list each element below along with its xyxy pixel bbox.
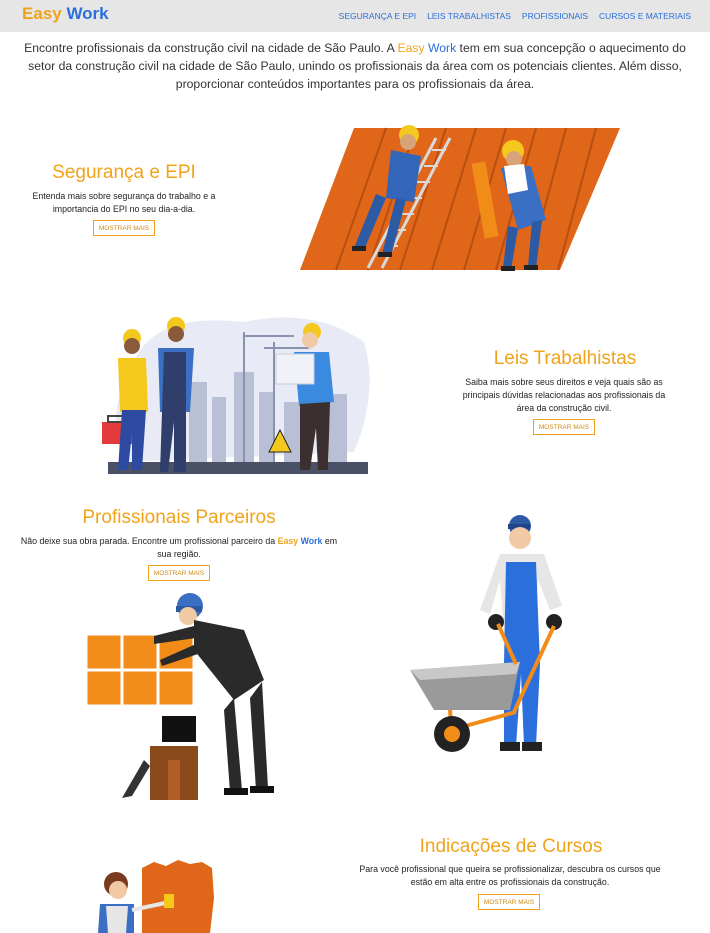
tiling-worker-illustration (84, 593, 274, 800)
wheelbarrow-worker-illustration (410, 515, 562, 752)
roof-workers-illustration (300, 125, 620, 271)
section-title-profissionais: Profissionais Parceiros (82, 507, 276, 528)
intro-text-before: Encontre profissionais da construção civ… (24, 41, 398, 55)
section-text-profissionais-brand-easy: Easy (277, 536, 299, 546)
section-text-cursos: Para você profissional que queira se pro… (359, 864, 661, 887)
intro-paragraph: Encontre profissionais da construção civ… (18, 39, 692, 93)
section-title-leis: Leis Trabalhistas (493, 348, 637, 369)
brand-logo[interactable]: Easy Work (22, 4, 109, 24)
nav-link-profissionais[interactable]: PROFISSIONAIS (522, 11, 588, 21)
section-text-profissionais-brand-work: Work (300, 536, 323, 546)
mostrar-mais-button-seguranca[interactable]: MOSTRAR MAIS (93, 220, 155, 236)
construction-team-illustration (102, 317, 370, 474)
intro-brand-easy: Easy (397, 41, 425, 55)
section-text-leis: Saiba mais sobre seus direitos e veja qu… (462, 377, 666, 413)
section-title-seguranca: Segurança e EPI (52, 162, 196, 183)
brand-logo-easy: Easy (22, 4, 62, 23)
nav-link-cursos[interactable]: CURSOS E MATERIAIS (599, 11, 691, 21)
section-text-seguranca: Entenda mais sobre segurança do trabalho… (32, 191, 216, 214)
brand-logo-work: Work (66, 4, 109, 23)
mostrar-mais-button-profissionais[interactable]: MOSTRAR MAIS (148, 565, 210, 581)
mostrar-mais-button-cursos[interactable]: MOSTRAR MAIS (478, 894, 540, 910)
section-text-profissionais: Não deixe sua obra parada. Encontre um p… (20, 535, 338, 561)
section-text-profissionais-before: Não deixe sua obra parada. Encontre um p… (20, 536, 278, 546)
nav-link-seguranca[interactable]: SEGURANÇA E EPI (339, 11, 416, 21)
painter-illustration (98, 860, 214, 933)
nav-menu: SEGURANÇA E EPI LEIS TRABALHISTAS PROFIS… (339, 0, 710, 32)
mostrar-mais-button-leis[interactable]: MOSTRAR MAIS (533, 419, 595, 435)
section-title-cursos: Indicações de Cursos (419, 836, 603, 857)
intro-brand-work: Work (427, 41, 457, 55)
nav-link-leis[interactable]: LEIS TRABALHISTAS (427, 11, 511, 21)
navbar: Easy Work SEGURANÇA E EPI LEIS TRABALHIS… (0, 0, 710, 32)
